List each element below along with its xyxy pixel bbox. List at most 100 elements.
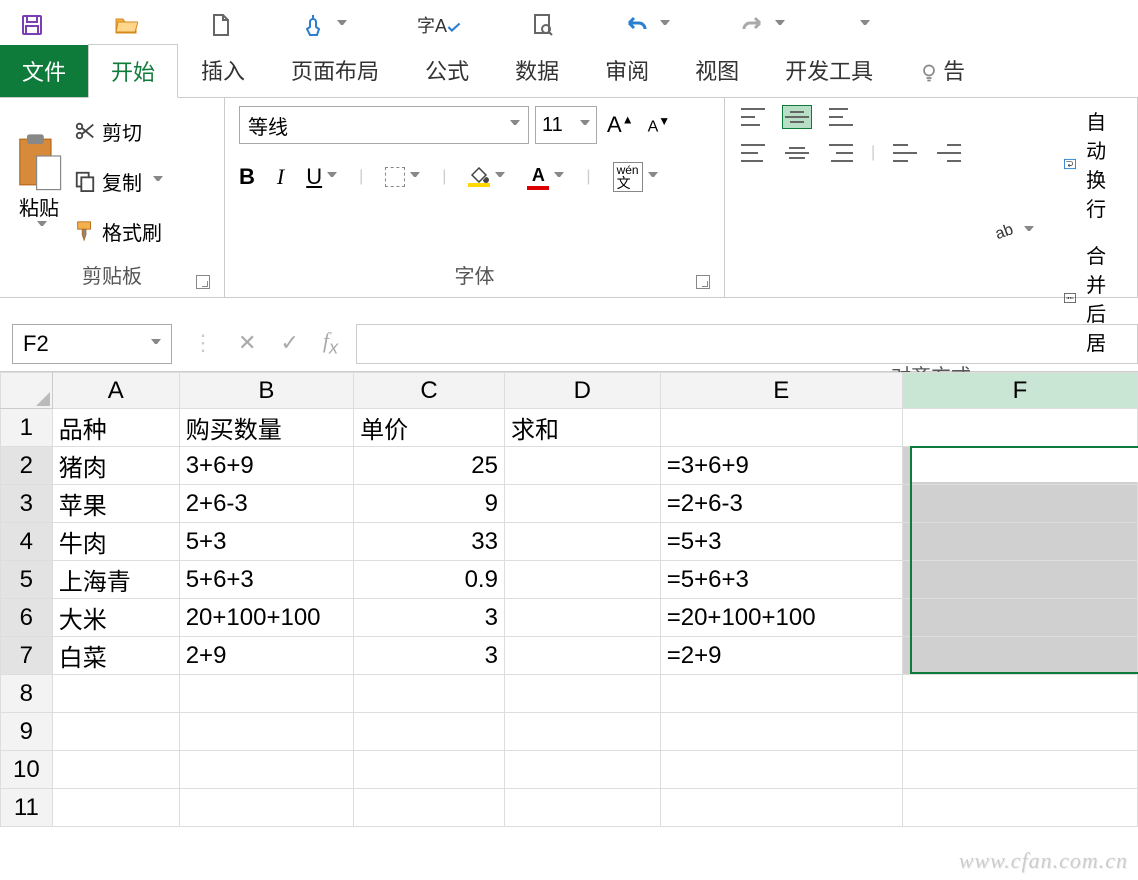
row-header-9[interactable]: 9 [1, 713, 53, 751]
cell-F3[interactable] [902, 485, 1137, 523]
underline-button[interactable]: U [306, 164, 337, 190]
font-size-select[interactable]: 11 [535, 106, 597, 144]
cell-E9[interactable] [660, 713, 902, 751]
cell-D2[interactable] [504, 447, 660, 485]
border-button[interactable] [385, 167, 420, 187]
cell-B7[interactable]: 2+9 [179, 637, 353, 675]
cell-F9[interactable] [902, 713, 1137, 751]
qat-touch[interactable] [302, 13, 347, 37]
cell-B2[interactable]: 3+6+9 [179, 447, 353, 485]
cell-A8[interactable] [52, 675, 179, 713]
cell-C4[interactable]: 33 [354, 523, 505, 561]
clipboard-dialog-launcher[interactable] [196, 275, 210, 289]
cell-C8[interactable] [354, 675, 505, 713]
cell-C6[interactable]: 3 [354, 599, 505, 637]
cell-C3[interactable]: 9 [354, 485, 505, 523]
qat-open[interactable] [114, 13, 138, 37]
fill-color-button[interactable] [468, 167, 505, 187]
cell-E7[interactable]: =2+9 [660, 637, 902, 675]
italic-button[interactable]: I [277, 164, 284, 190]
row-header-8[interactable]: 8 [1, 675, 53, 713]
orientation-button[interactable]: ab [993, 219, 1034, 243]
cell-A2[interactable]: 猪肉 [52, 447, 179, 485]
cell-E1[interactable] [660, 409, 902, 447]
tab-review[interactable]: 审阅 [582, 43, 672, 97]
paste-button[interactable]: 粘贴 [14, 106, 74, 256]
cell-A1[interactable]: 品种 [52, 409, 179, 447]
cancel-formula-button[interactable]: ✕ [238, 330, 256, 356]
cell-C1[interactable]: 单价 [354, 409, 505, 447]
bold-button[interactable]: B [239, 164, 255, 190]
cell-D10[interactable] [504, 751, 660, 789]
cell-B3[interactable]: 2+6-3 [179, 485, 353, 523]
cell-B1[interactable]: 购买数量 [179, 409, 353, 447]
format-painter-button[interactable]: 格式刷 [74, 217, 163, 246]
font-name-select[interactable]: 等线 [239, 106, 529, 144]
qat-customize[interactable] [855, 20, 870, 30]
cell-B5[interactable]: 5+6+3 [179, 561, 353, 599]
insert-function-button[interactable]: fx [323, 328, 338, 358]
col-header-F[interactable]: F [902, 373, 1137, 409]
cell-D1[interactable]: 求和 [504, 409, 660, 447]
row-header-4[interactable]: 4 [1, 523, 53, 561]
cut-button[interactable]: 剪切 [74, 117, 163, 146]
tab-layout[interactable]: 页面布局 [268, 43, 402, 97]
increase-font-button[interactable]: A▲ [603, 108, 638, 142]
cell-D5[interactable] [504, 561, 660, 599]
row-header-10[interactable]: 10 [1, 751, 53, 789]
tab-dev[interactable]: 开发工具 [762, 43, 896, 97]
align-top-button[interactable] [739, 106, 767, 128]
col-header-A[interactable]: A [52, 373, 179, 409]
align-bottom-button[interactable] [827, 106, 855, 128]
tab-home[interactable]: 开始 [88, 44, 178, 98]
cell-D6[interactable] [504, 599, 660, 637]
increase-indent-button[interactable] [935, 142, 963, 164]
cell-B6[interactable]: 20+100+100 [179, 599, 353, 637]
cell-C7[interactable]: 3 [354, 637, 505, 675]
name-box[interactable]: F2 [12, 324, 172, 364]
select-all-corner[interactable] [1, 373, 53, 409]
cell-F10[interactable] [902, 751, 1137, 789]
cell-C9[interactable] [354, 713, 505, 751]
phonetic-button[interactable]: wén文 [613, 162, 658, 192]
tab-tell[interactable]: 告 [896, 43, 988, 97]
cell-E4[interactable]: =5+3 [660, 523, 902, 561]
font-color-button[interactable]: A [527, 165, 564, 190]
cell-B11[interactable] [179, 789, 353, 827]
decrease-indent-button[interactable] [891, 142, 919, 164]
cell-D7[interactable] [504, 637, 660, 675]
cell-D11[interactable] [504, 789, 660, 827]
tab-data[interactable]: 数据 [492, 43, 582, 97]
col-header-E[interactable]: E [660, 373, 902, 409]
cell-D8[interactable] [504, 675, 660, 713]
row-header-2[interactable]: 2 [1, 447, 53, 485]
cell-A4[interactable]: 牛肉 [52, 523, 179, 561]
col-header-D[interactable]: D [504, 373, 660, 409]
row-header-3[interactable]: 3 [1, 485, 53, 523]
cell-C10[interactable] [354, 751, 505, 789]
cell-F1[interactable] [902, 409, 1137, 447]
cell-E5[interactable]: =5+6+3 [660, 561, 902, 599]
align-left-button[interactable] [739, 142, 767, 164]
tab-insert[interactable]: 插入 [178, 43, 268, 97]
align-center-button[interactable] [783, 142, 811, 164]
cell-F7[interactable] [902, 637, 1137, 675]
cell-F8[interactable] [902, 675, 1137, 713]
row-header-1[interactable]: 1 [1, 409, 53, 447]
cell-C2[interactable]: 25 [354, 447, 505, 485]
align-middle-button[interactable] [783, 106, 811, 128]
font-dialog-launcher[interactable] [696, 275, 710, 289]
cell-F5[interactable] [902, 561, 1137, 599]
cell-F11[interactable] [902, 789, 1137, 827]
cell-B9[interactable] [179, 713, 353, 751]
accept-formula-button[interactable]: ✓ [280, 330, 298, 356]
cell-B8[interactable] [179, 675, 353, 713]
cell-A3[interactable]: 苹果 [52, 485, 179, 523]
qat-find[interactable] [531, 13, 555, 37]
cell-A7[interactable]: 白菜 [52, 637, 179, 675]
qat-spellcheck[interactable]: 字A [417, 12, 461, 38]
tab-file[interactable]: 文件 [0, 45, 88, 97]
cell-E2[interactable]: =3+6+9 [660, 447, 902, 485]
qat-undo[interactable] [625, 13, 670, 37]
cell-E8[interactable] [660, 675, 902, 713]
